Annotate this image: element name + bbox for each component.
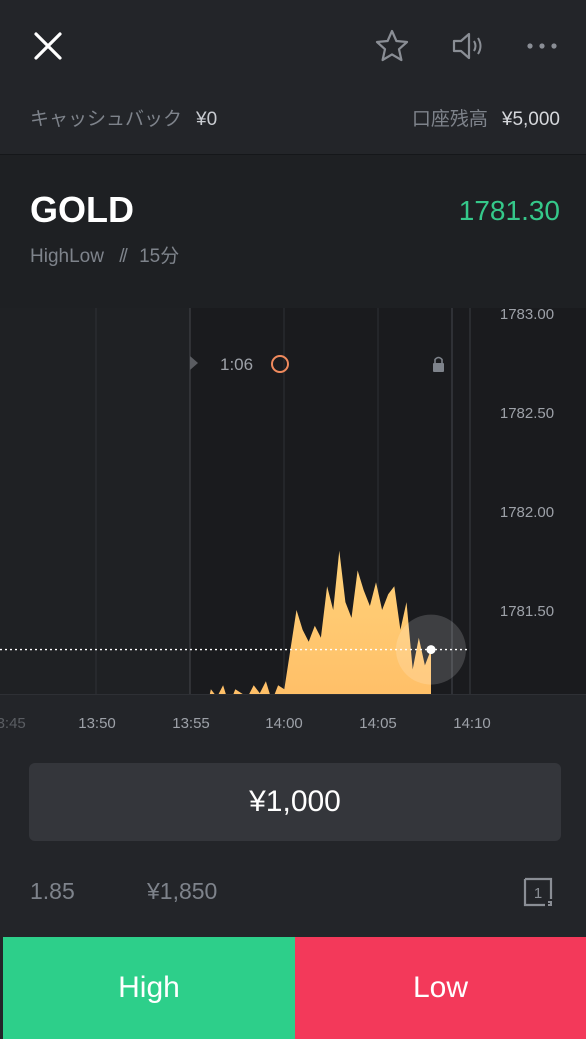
payout-row: 1.85 ¥1,850 1 [0, 862, 586, 922]
x-tick-label: 14:10 [453, 715, 491, 732]
balance-value: ¥5,000 [501, 109, 560, 130]
y-tick-label: 1782.00 [500, 504, 554, 521]
y-tick-label: 1782.50 [500, 405, 554, 422]
y-tick-label: 1783.00 [500, 308, 554, 323]
y-axis-ticks: 1783.001782.501782.001781.501781.001780.… [500, 308, 554, 620]
trade-mode: HighLow [30, 246, 104, 267]
trade-duration: 15分 [139, 246, 180, 267]
cashback-label: キャッシュバック [30, 109, 183, 130]
countdown-label: 1:06 [220, 355, 253, 374]
close-icon[interactable] [28, 26, 68, 66]
x-axis: 13:45 13:50 13:55 14:00 14:05 14:10 [0, 694, 586, 755]
cashback-value: ¥0 [196, 109, 218, 130]
high-button[interactable]: High [3, 937, 295, 1039]
more-icon[interactable] [522, 26, 562, 66]
price-chart-svg: 1783.001782.501782.001781.501781.001780.… [0, 308, 554, 694]
balance-label: 口座残高 [411, 109, 488, 130]
price-chart[interactable]: 1783.001782.501782.001781.501781.001780.… [0, 308, 586, 694]
asset-header: GOLD 1781.30 HighLow // 15分 [0, 155, 586, 308]
lock-icon [433, 356, 444, 372]
current-price-dot [426, 645, 436, 655]
x-tick-label: 14:05 [359, 715, 397, 732]
low-button[interactable]: Low [295, 937, 586, 1039]
x-tick-label: 13:50 [78, 715, 116, 732]
investment-amount-field[interactable]: ¥1,000 [29, 763, 561, 841]
asset-subtitle: HighLow // 15分 [30, 241, 179, 268]
y-tick-label: 1781.50 [500, 603, 554, 620]
x-tick-label: 13:55 [172, 715, 210, 732]
chart-past-region [0, 308, 190, 694]
speaker-icon[interactable] [446, 26, 490, 66]
entry-marker [190, 356, 198, 370]
top-bar [0, 0, 586, 92]
one-click-icon[interactable]: 1 [518, 872, 558, 912]
payout-rate: 1.85 [30, 878, 75, 904]
x-tick-label: 13:45 [0, 715, 26, 732]
balance: 口座残高 ¥5,000 [412, 104, 560, 131]
account-summary: キャッシュバック ¥0 口座残高 ¥5,000 [0, 92, 586, 155]
x-tick-label: 14:00 [265, 715, 303, 732]
one-click-value: 1 [534, 885, 542, 902]
payout-amount: ¥1,850 [147, 878, 218, 904]
current-price: 1781.30 [458, 195, 560, 226]
subtitle-separator: // [119, 246, 127, 267]
countdown-ring [271, 355, 289, 373]
cashback: キャッシュバック ¥0 [30, 104, 217, 131]
star-icon[interactable] [372, 26, 412, 66]
asset-name: GOLD [30, 189, 134, 230]
